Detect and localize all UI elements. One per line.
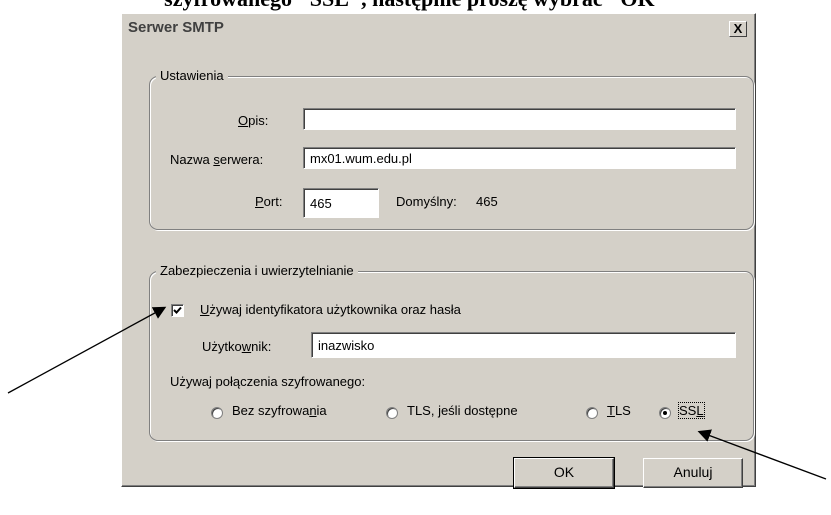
radio-no-encryption[interactable] [211,407,223,419]
settings-legend: Ustawienia [156,68,228,83]
close-button[interactable]: X [729,21,747,37]
radio-selected-dot [663,411,667,415]
tls-if-available-label[interactable]: TLS, jeśli dostępne [407,403,518,418]
server-name-label: Nazwa serwera: [170,152,264,167]
description-label: Opis: [238,113,269,128]
use-auth-label[interactable]: Używaj identyfikatora użytkownika oraz h… [200,302,461,317]
close-icon: X [733,21,743,36]
username-input[interactable]: inazwisko [311,332,736,358]
no-encryption-label[interactable]: Bez szyfrowania [232,403,327,418]
smtp-server-dialog: Serwer SMTP X Ustawienia Opis: Nazwa ser… [121,13,756,489]
encryption-label: Używaj połączenia szyfrowanego: [170,374,366,389]
port-label: Port: [255,194,283,209]
description-input[interactable] [303,108,736,130]
radio-ssl[interactable] [659,407,671,419]
default-port-label: Domyślny: [396,194,457,209]
port-input[interactable]: 465 [303,188,379,218]
default-port-value: 465 [476,194,498,209]
use-auth-checkbox[interactable] [171,304,184,317]
cancel-button[interactable]: Anuluj [643,458,743,488]
dialog-title: Serwer SMTP [128,19,224,36]
security-legend: Zabezpieczenia i uwierzytelnianie [156,263,358,278]
username-label: Użytkownik: [202,339,272,354]
server-name-input[interactable]: mx01.wum.edu.pl [303,147,736,169]
checkmark-icon [173,306,182,314]
ssl-label[interactable]: SSL [678,402,705,419]
tls-label[interactable]: TLS [607,403,631,418]
radio-tls-if-available[interactable] [386,407,398,419]
title-bar[interactable]: Serwer SMTP X [124,16,753,42]
ok-button[interactable]: OK [513,457,615,489]
document-instruction-text: szyfrowanego "SSL", następnie proszę wyb… [0,0,831,12]
radio-tls[interactable] [586,407,598,419]
